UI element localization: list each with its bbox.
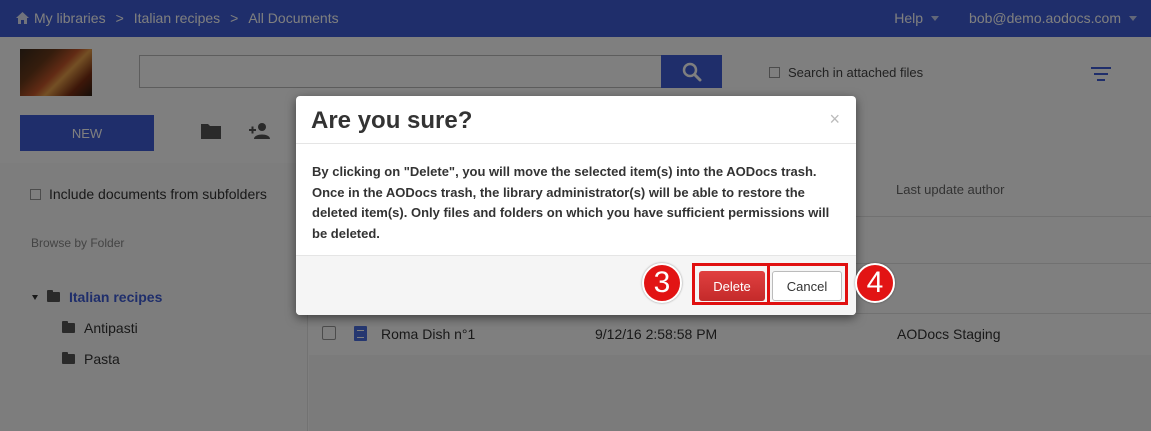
delete-highlight-box xyxy=(692,263,770,305)
divider xyxy=(296,255,856,256)
dialog-title: Are you sure? xyxy=(311,107,473,134)
cancel-highlight-box xyxy=(767,263,848,305)
step-badge-3: 3 xyxy=(642,263,682,303)
divider xyxy=(296,143,856,144)
step-badge-4: 4 xyxy=(855,263,895,303)
close-icon[interactable]: × xyxy=(829,109,840,130)
dialog-message: By clicking on "Delete", you will move t… xyxy=(312,164,830,241)
